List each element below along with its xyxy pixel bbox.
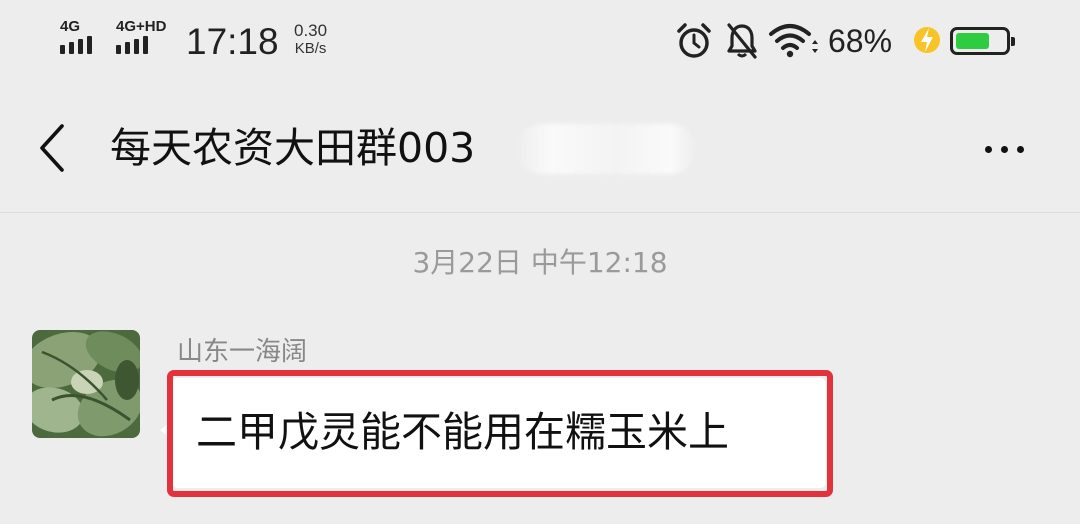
leaf-photo-avatar bbox=[32, 330, 140, 438]
chevron-left-icon bbox=[40, 124, 64, 172]
sender-name: 山东一海阔 bbox=[177, 337, 308, 367]
battery-percent: 68% bbox=[828, 23, 893, 59]
battery-level bbox=[956, 33, 989, 49]
signal-bars-icon bbox=[60, 36, 92, 54]
alarm-icon bbox=[677, 23, 711, 58]
network-speed-unit: KB/s bbox=[294, 40, 327, 57]
charging-icon bbox=[914, 27, 940, 53]
network-speed: 0.30 KB/s bbox=[294, 22, 327, 58]
avatar[interactable] bbox=[32, 330, 140, 438]
redacted-blur bbox=[516, 124, 696, 174]
status-bar: 4G 4G+HD 17:18 0.30 KB/s 68% bbox=[0, 0, 1080, 82]
chat-header: 每天农资大田群003 bbox=[0, 82, 1080, 213]
back-button[interactable] bbox=[30, 120, 78, 176]
network-speed-value: 0.30 bbox=[294, 21, 328, 40]
wifi-icon bbox=[769, 24, 818, 58]
status-time: 17:18 bbox=[186, 21, 279, 62]
more-dots-icon bbox=[984, 145, 992, 153]
cellular-signal-2: 4G+HD bbox=[116, 18, 166, 58]
network-type-label: 4G bbox=[60, 18, 81, 35]
chat-title: 每天农资大田群003 bbox=[110, 124, 476, 172]
more-options-button[interactable] bbox=[972, 138, 1036, 160]
signal-bars-icon bbox=[116, 36, 148, 54]
highlight-annotation bbox=[167, 370, 833, 497]
mute-bell-icon bbox=[727, 23, 757, 59]
battery-icon bbox=[950, 27, 1015, 55]
cellular-signal-1: 4G bbox=[60, 18, 106, 58]
message-timestamp: 3月22日 中午12:18 bbox=[412, 246, 668, 279]
network-type-label: 4G+HD bbox=[116, 18, 167, 35]
